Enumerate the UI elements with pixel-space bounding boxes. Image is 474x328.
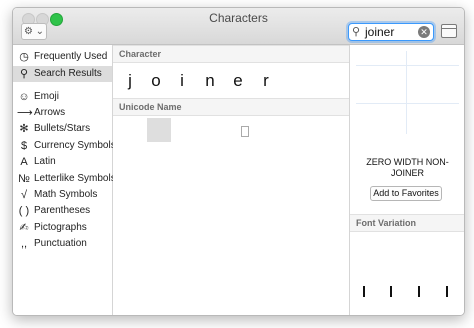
preview-guide-line (356, 65, 459, 66)
character-section-header: Character (113, 45, 349, 63)
clear-icon[interactable]: ✕ (418, 26, 430, 38)
dollar-icon: $ (20, 140, 28, 152)
font-variation-label: Font Variation (356, 218, 417, 228)
sidebar-item-search-results[interactable]: ⚲ Search Results (13, 66, 112, 82)
glyph-cell[interactable]: i (175, 71, 189, 91)
glyph-cell[interactable]: j (123, 71, 137, 91)
sidebar-item-label: Search Results (34, 68, 102, 79)
sidebar-item-label: Arrows (34, 107, 66, 118)
sidebar-item-frequently-used[interactable]: ◷ Frequently Used (13, 49, 112, 65)
sidebar-item-pictographs[interactable]: ✍ Pictographs (13, 220, 112, 236)
character-preview (350, 45, 464, 140)
results-pane: Character joiner Unicode Name (113, 45, 349, 315)
clock-icon: ◷ (19, 51, 29, 63)
magnifier-icon: ⚲ (19, 68, 29, 80)
font-variant-glyph[interactable] (390, 286, 392, 297)
sidebar-item-label: Bullets/Stars (34, 123, 91, 134)
glyph-cell[interactable]: n (203, 71, 217, 91)
sidebar-toggle-icon[interactable] (441, 24, 457, 38)
sidebar-item-bullets-stars[interactable]: ✻ Bullets/Stars (13, 121, 112, 137)
title-bar: Characters ⚙ ⌄ ⚲ joiner ✕ (13, 8, 464, 45)
gear-icon: ⚙ ⌄ (23, 26, 45, 37)
sidebar-item-label: Emoji (34, 91, 60, 102)
result-character-placeholder-glyph[interactable] (241, 126, 249, 137)
sidebar-item-punctuation[interactable]: ,, Punctuation (13, 236, 112, 252)
character-header-label: Character (119, 49, 162, 59)
font-variant-glyph[interactable] (363, 286, 365, 297)
add-to-favorites-button[interactable]: Add to Favorites (370, 186, 442, 201)
search-field[interactable]: ⚲ joiner ✕ (348, 23, 434, 41)
sidebar-item-math-symbols[interactable]: √ Math Symbols (13, 187, 112, 203)
smiley-icon: ☺ (18, 91, 30, 103)
character-name: ZERO WIDTH NON-JOINER (366, 157, 449, 178)
asterisk-icon: ✻ (19, 123, 29, 135)
search-icon: ⚲ (352, 26, 361, 38)
punctuation-icon: ,, (20, 238, 28, 250)
glyph-cell[interactable]: r (259, 71, 273, 91)
square-root-icon: √ (20, 189, 28, 201)
font-variation-header: Font Variation (350, 214, 464, 232)
sidebar-item-currency-symbols[interactable]: $ Currency Symbols (13, 138, 116, 154)
glyph-cell[interactable]: e (231, 71, 245, 91)
sidebar-item-label: Punctuation (34, 238, 87, 249)
preview-guide-line (356, 103, 459, 104)
sidebar-item-arrows[interactable]: ⟶ Arrows (13, 105, 112, 121)
unicode-name-section-header: Unicode Name (113, 98, 349, 116)
sidebar-item-label: Letterlike Symbols (34, 173, 116, 184)
arrow-icon: ⟶ (17, 107, 33, 119)
latin-icon: A (20, 156, 28, 168)
character-inspector: ZERO WIDTH NON-JOINER Add to Favorites F… (349, 45, 464, 315)
sidebar-item-label: Math Symbols (34, 189, 98, 200)
sidebar-item-label: Parentheses (34, 205, 91, 216)
numero-icon: № (18, 173, 30, 185)
category-sidebar: ◷ Frequently Used ⚲ Search Results ☺ Emoji ⟶ Ar… (13, 45, 116, 315)
sidebar-item-label: Pictographs (34, 222, 87, 233)
glyph-cell[interactable]: o (149, 71, 163, 91)
sidebar-item-label: Currency Symbols (34, 140, 116, 151)
sidebar-item-letterlike-symbols[interactable]: № Letterlike Symbols (13, 171, 116, 187)
font-variant-glyph[interactable] (418, 286, 420, 297)
result-character-tile[interactable] (147, 118, 171, 142)
sidebar-item-label: Frequently Used (34, 51, 108, 62)
sidebar-item-label: Latin (34, 156, 56, 167)
action-menu-button[interactable]: ⚙ ⌄ (21, 23, 47, 40)
characters-window: Characters ⚙ ⌄ ⚲ joiner ✕ ◷ Frequently Us… (12, 7, 465, 316)
font-variant-glyph[interactable] (446, 286, 448, 297)
pictograph-icon: ✍ (19, 222, 29, 234)
sidebar-item-parentheses[interactable]: ( ) Parentheses (13, 203, 112, 219)
sidebar-item-latin[interactable]: A Latin (13, 154, 112, 170)
preview-guide-line (406, 51, 407, 134)
parentheses-icon: ( ) (18, 205, 30, 217)
unicode-name-header-label: Unicode Name (119, 102, 182, 112)
sidebar-item-emoji[interactable]: ☺ Emoji (13, 89, 112, 105)
search-input[interactable]: joiner (365, 25, 394, 39)
